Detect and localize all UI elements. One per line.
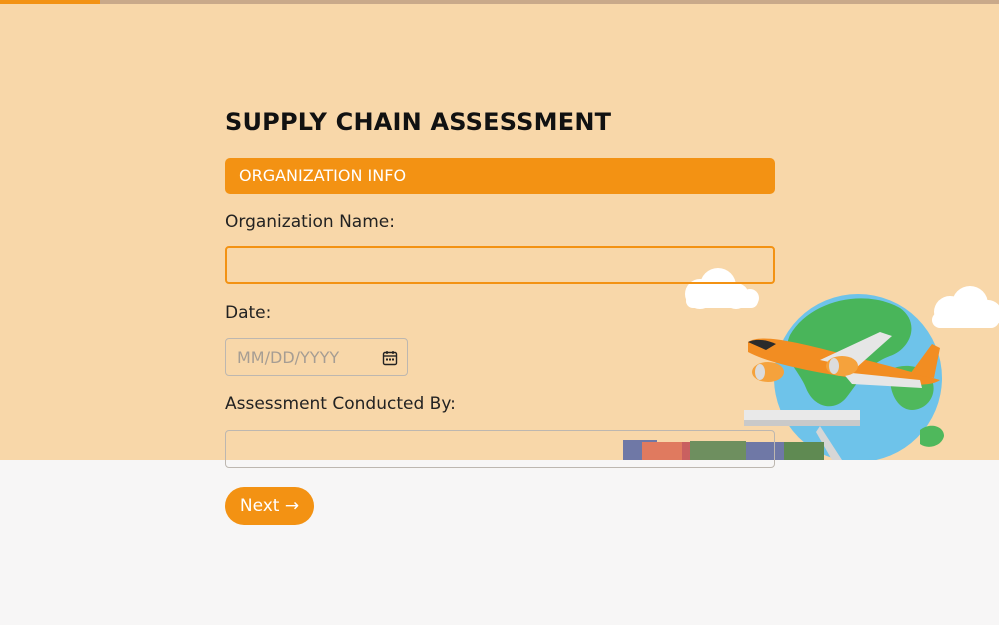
hero-background <box>0 0 999 460</box>
calendar-icon[interactable] <box>382 350 398 366</box>
progress-bar-fill <box>0 0 100 4</box>
section-header: ORGANIZATION INFO <box>225 158 775 194</box>
conducted-by-label: Assessment Conducted By: <box>225 394 456 414</box>
date-label: Date: <box>225 303 272 323</box>
date-placeholder: MM/DD/YYYY <box>237 348 340 367</box>
conducted-by-input[interactable] <box>225 430 775 468</box>
organization-name-input[interactable] <box>225 246 775 284</box>
next-button[interactable]: Next → <box>225 487 314 525</box>
form-title: SUPPLY CHAIN ASSESSMENT <box>225 108 612 136</box>
progress-bar <box>0 0 999 4</box>
organization-name-label: Organization Name: <box>225 212 395 232</box>
date-input[interactable]: MM/DD/YYYY <box>225 338 408 376</box>
